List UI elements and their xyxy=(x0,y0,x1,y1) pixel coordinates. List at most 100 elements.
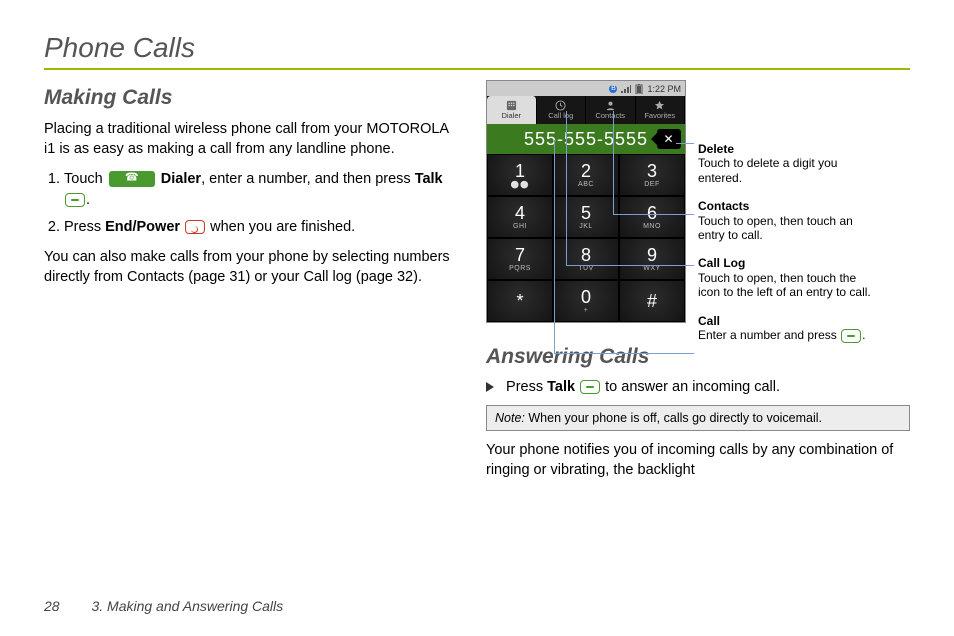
key-star[interactable]: * xyxy=(487,280,553,322)
key-letters: + xyxy=(584,307,589,314)
status-bar: B 1:22 PM xyxy=(487,81,685,96)
step-2-text-a: Press xyxy=(64,219,105,235)
key-digit: 9 xyxy=(647,246,657,264)
tab-contacts-label: Contacts xyxy=(595,111,625,120)
bluetooth-icon: B xyxy=(609,85,617,93)
left-column: Making Calls Placing a traditional wirel… xyxy=(44,80,454,490)
key-5[interactable]: 5JKL xyxy=(553,196,619,238)
making-calls-heading: Making Calls xyxy=(44,86,454,110)
key-digit: * xyxy=(516,292,523,310)
talk-key-icon xyxy=(841,329,861,343)
callout-contacts-title: Contacts xyxy=(698,199,878,213)
signal-icon xyxy=(621,85,631,93)
answering-line-b: to answer an incoming call. xyxy=(605,379,780,395)
footer-page-number: 28 xyxy=(44,598,60,614)
key-letters: WXY xyxy=(643,265,660,272)
key-letters: DEF xyxy=(644,181,660,188)
page-footer: 28 3. Making and Answering Calls xyxy=(44,598,283,614)
key-3[interactable]: 3DEF xyxy=(619,154,685,196)
callout-delete-title: Delete xyxy=(698,142,878,156)
voicemail-icon: ⚪⚪ xyxy=(511,181,529,189)
end-power-key-icon xyxy=(185,220,205,234)
callouts-block: Delete Touch to delete a digit you enter… xyxy=(698,142,878,357)
callout-delete: Delete Touch to delete a digit you enter… xyxy=(698,142,878,185)
callout-calllog-body: Touch to open, then touch the icon to th… xyxy=(698,271,878,300)
step-1-dialer-label: Dialer xyxy=(161,171,201,187)
key-digit: 3 xyxy=(647,162,657,180)
making-calls-steps: Touch Dialer, enter a number, and then p… xyxy=(44,169,454,238)
key-digit: # xyxy=(647,292,657,310)
note-label: Note: xyxy=(495,411,525,425)
callout-leader xyxy=(554,140,555,353)
keypad: 1⚪⚪ 2ABC 3DEF 4GHI 5JKL 6MNO 7PQRS 8TUV … xyxy=(487,154,685,322)
step-2-text-b: when you are finished. xyxy=(210,219,355,235)
tab-calllog-label: Call log xyxy=(548,111,573,120)
contacts-tab-icon xyxy=(605,100,616,111)
tab-dialer-label: Dialer xyxy=(501,111,521,120)
callout-delete-body: Touch to delete a digit you entered. xyxy=(698,156,878,185)
callout-contacts: Contacts Touch to open, then touch an en… xyxy=(698,199,878,242)
key-1[interactable]: 1⚪⚪ xyxy=(487,154,553,196)
key-letters: PQRS xyxy=(509,265,531,272)
tab-dialer[interactable]: Dialer xyxy=(487,96,537,124)
answering-para: Your phone notifies you of incoming call… xyxy=(486,441,910,480)
key-digit: 4 xyxy=(515,204,525,222)
key-9[interactable]: 9WXY xyxy=(619,238,685,280)
key-digit: 7 xyxy=(515,246,525,264)
tab-favorites[interactable]: Favorites xyxy=(636,96,686,124)
key-digit: 8 xyxy=(581,246,591,264)
callout-leader xyxy=(566,265,694,266)
right-column: B 1:22 PM Dialer Call log xyxy=(486,80,910,490)
step-2: Press End/Power when you are finished. xyxy=(64,217,454,238)
number-display: 555-555-5555 ✕ xyxy=(487,124,685,154)
key-letters: GHI xyxy=(513,223,527,230)
favorites-tab-icon xyxy=(654,100,665,111)
number-display-value: 555-555-5555 xyxy=(524,129,648,150)
callout-contacts-body: Touch to open, then touch an entry to ca… xyxy=(698,214,878,243)
callout-leader xyxy=(676,143,694,144)
battery-icon xyxy=(635,84,643,94)
answering-bullet: Press Talk to answer an incoming call. xyxy=(486,379,910,395)
step-1-talk-label: Talk xyxy=(415,171,443,187)
key-digit: 5 xyxy=(581,204,591,222)
page-title: Phone Calls xyxy=(44,32,910,64)
key-7[interactable]: 7PQRS xyxy=(487,238,553,280)
callout-call-body-a: Enter a number and press xyxy=(698,328,840,342)
callout-leader xyxy=(566,111,567,265)
key-2[interactable]: 2ABC xyxy=(553,154,619,196)
callout-call-title: Call xyxy=(698,314,878,328)
step-1-text-b: , enter a number, and then press xyxy=(201,171,415,187)
key-4[interactable]: 4GHI xyxy=(487,196,553,238)
dialer-pill-icon xyxy=(109,171,155,187)
callout-call-body: Enter a number and press . xyxy=(698,328,878,343)
talk-key-icon xyxy=(580,380,600,394)
callout-leader xyxy=(554,353,694,354)
key-letters: ABC xyxy=(578,181,594,188)
key-hash[interactable]: # xyxy=(619,280,685,322)
key-letters: JKL xyxy=(579,223,593,230)
key-digit: 6 xyxy=(647,204,657,222)
step-1: Touch Dialer, enter a number, and then p… xyxy=(64,169,454,211)
tab-calllog[interactable]: Call log xyxy=(537,96,587,124)
phone-tabs: Dialer Call log Contacts Favorites xyxy=(487,96,685,124)
callout-call: Call Enter a number and press . xyxy=(698,314,878,343)
answering-talk-label: Talk xyxy=(547,379,575,395)
key-0[interactable]: 0+ xyxy=(553,280,619,322)
callout-calllog: Call Log Touch to open, then touch the i… xyxy=(698,256,878,299)
answering-line-a: Press xyxy=(506,379,547,395)
tab-contacts[interactable]: Contacts xyxy=(586,96,636,124)
callout-calllog-title: Call Log xyxy=(698,256,878,270)
key-8[interactable]: 8TUV xyxy=(553,238,619,280)
step-1-text-a: Touch xyxy=(64,171,107,187)
tab-favorites-label: Favorites xyxy=(644,111,675,120)
key-digit: 1 xyxy=(515,162,525,180)
key-digit: 2 xyxy=(581,162,591,180)
key-6[interactable]: 6MNO xyxy=(619,196,685,238)
note-box: Note: When your phone is off, calls go d… xyxy=(486,405,910,431)
step-2-end-label: End/Power xyxy=(105,219,180,235)
making-calls-outro: You can also make calls from your phone … xyxy=(44,248,454,287)
callout-call-body-c: . xyxy=(862,328,865,342)
triangle-bullet-icon xyxy=(486,382,494,392)
footer-chapter: 3. Making and Answering Calls xyxy=(91,598,283,614)
delete-digit-button[interactable]: ✕ xyxy=(657,129,681,149)
